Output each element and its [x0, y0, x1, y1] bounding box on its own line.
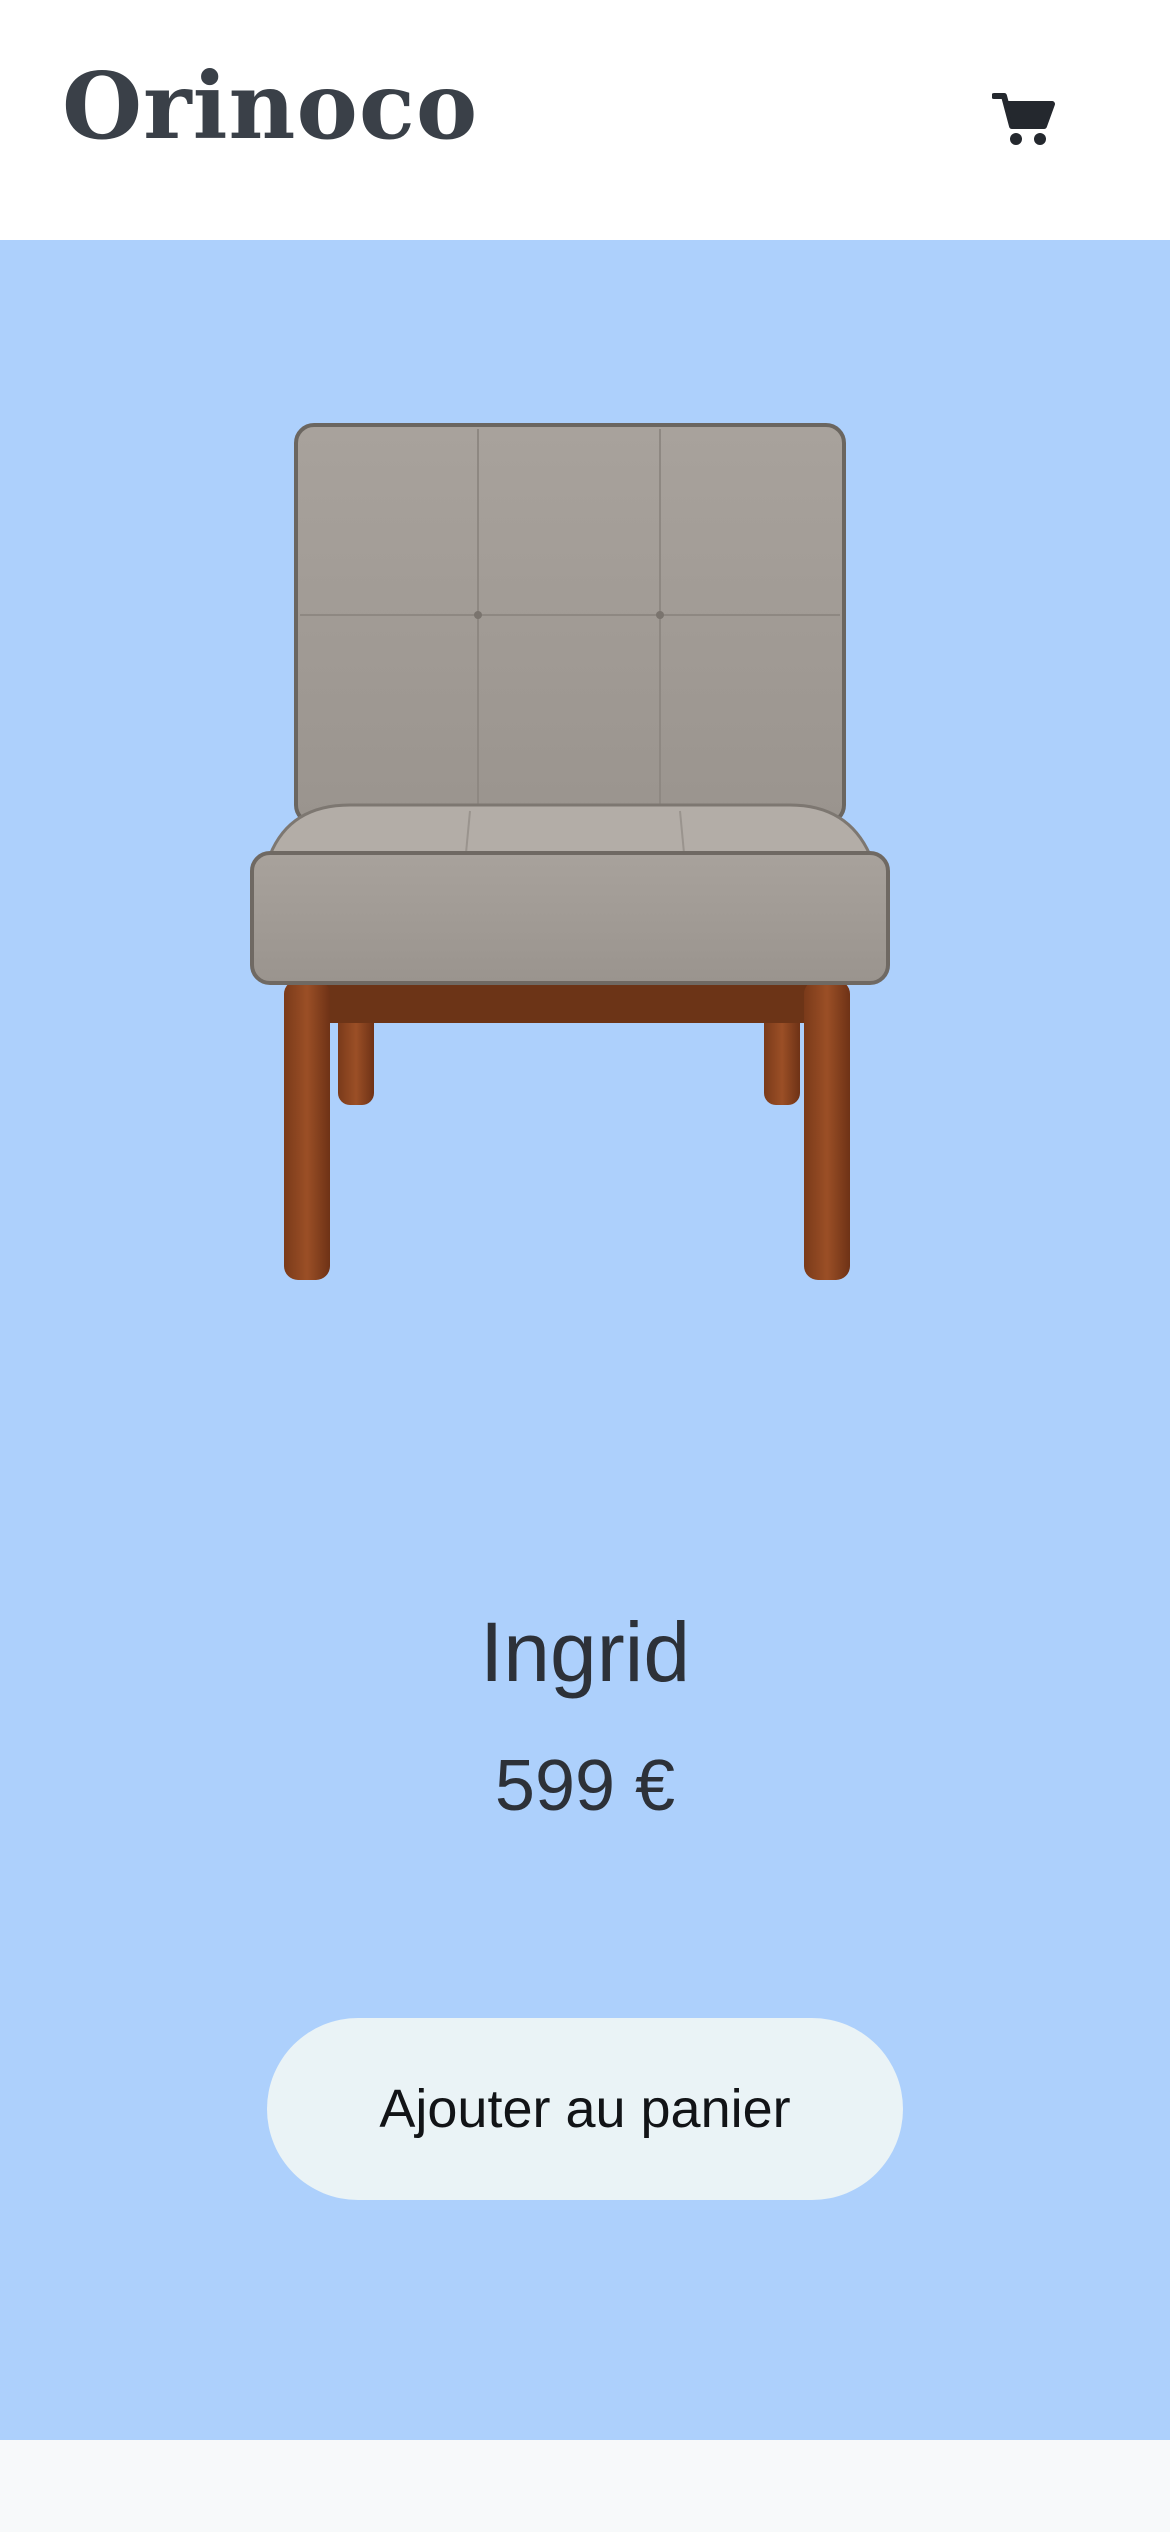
product-section: Ingrid 599 € Ajouter au panier: [0, 240, 1170, 2440]
brand-logo[interactable]: Orinoco: [62, 60, 478, 152]
product-price: 599 €: [494, 1746, 676, 1826]
shopping-cart-icon[interactable]: [991, 90, 1056, 148]
site-header: Orinoco: [0, 0, 1170, 240]
add-to-cart-button[interactable]: Ajouter au panier: [267, 2018, 903, 2200]
site-footer: [0, 2440, 1170, 2532]
chair-product-image: [230, 415, 950, 1305]
product-name: Ingrid: [479, 1605, 691, 1699]
